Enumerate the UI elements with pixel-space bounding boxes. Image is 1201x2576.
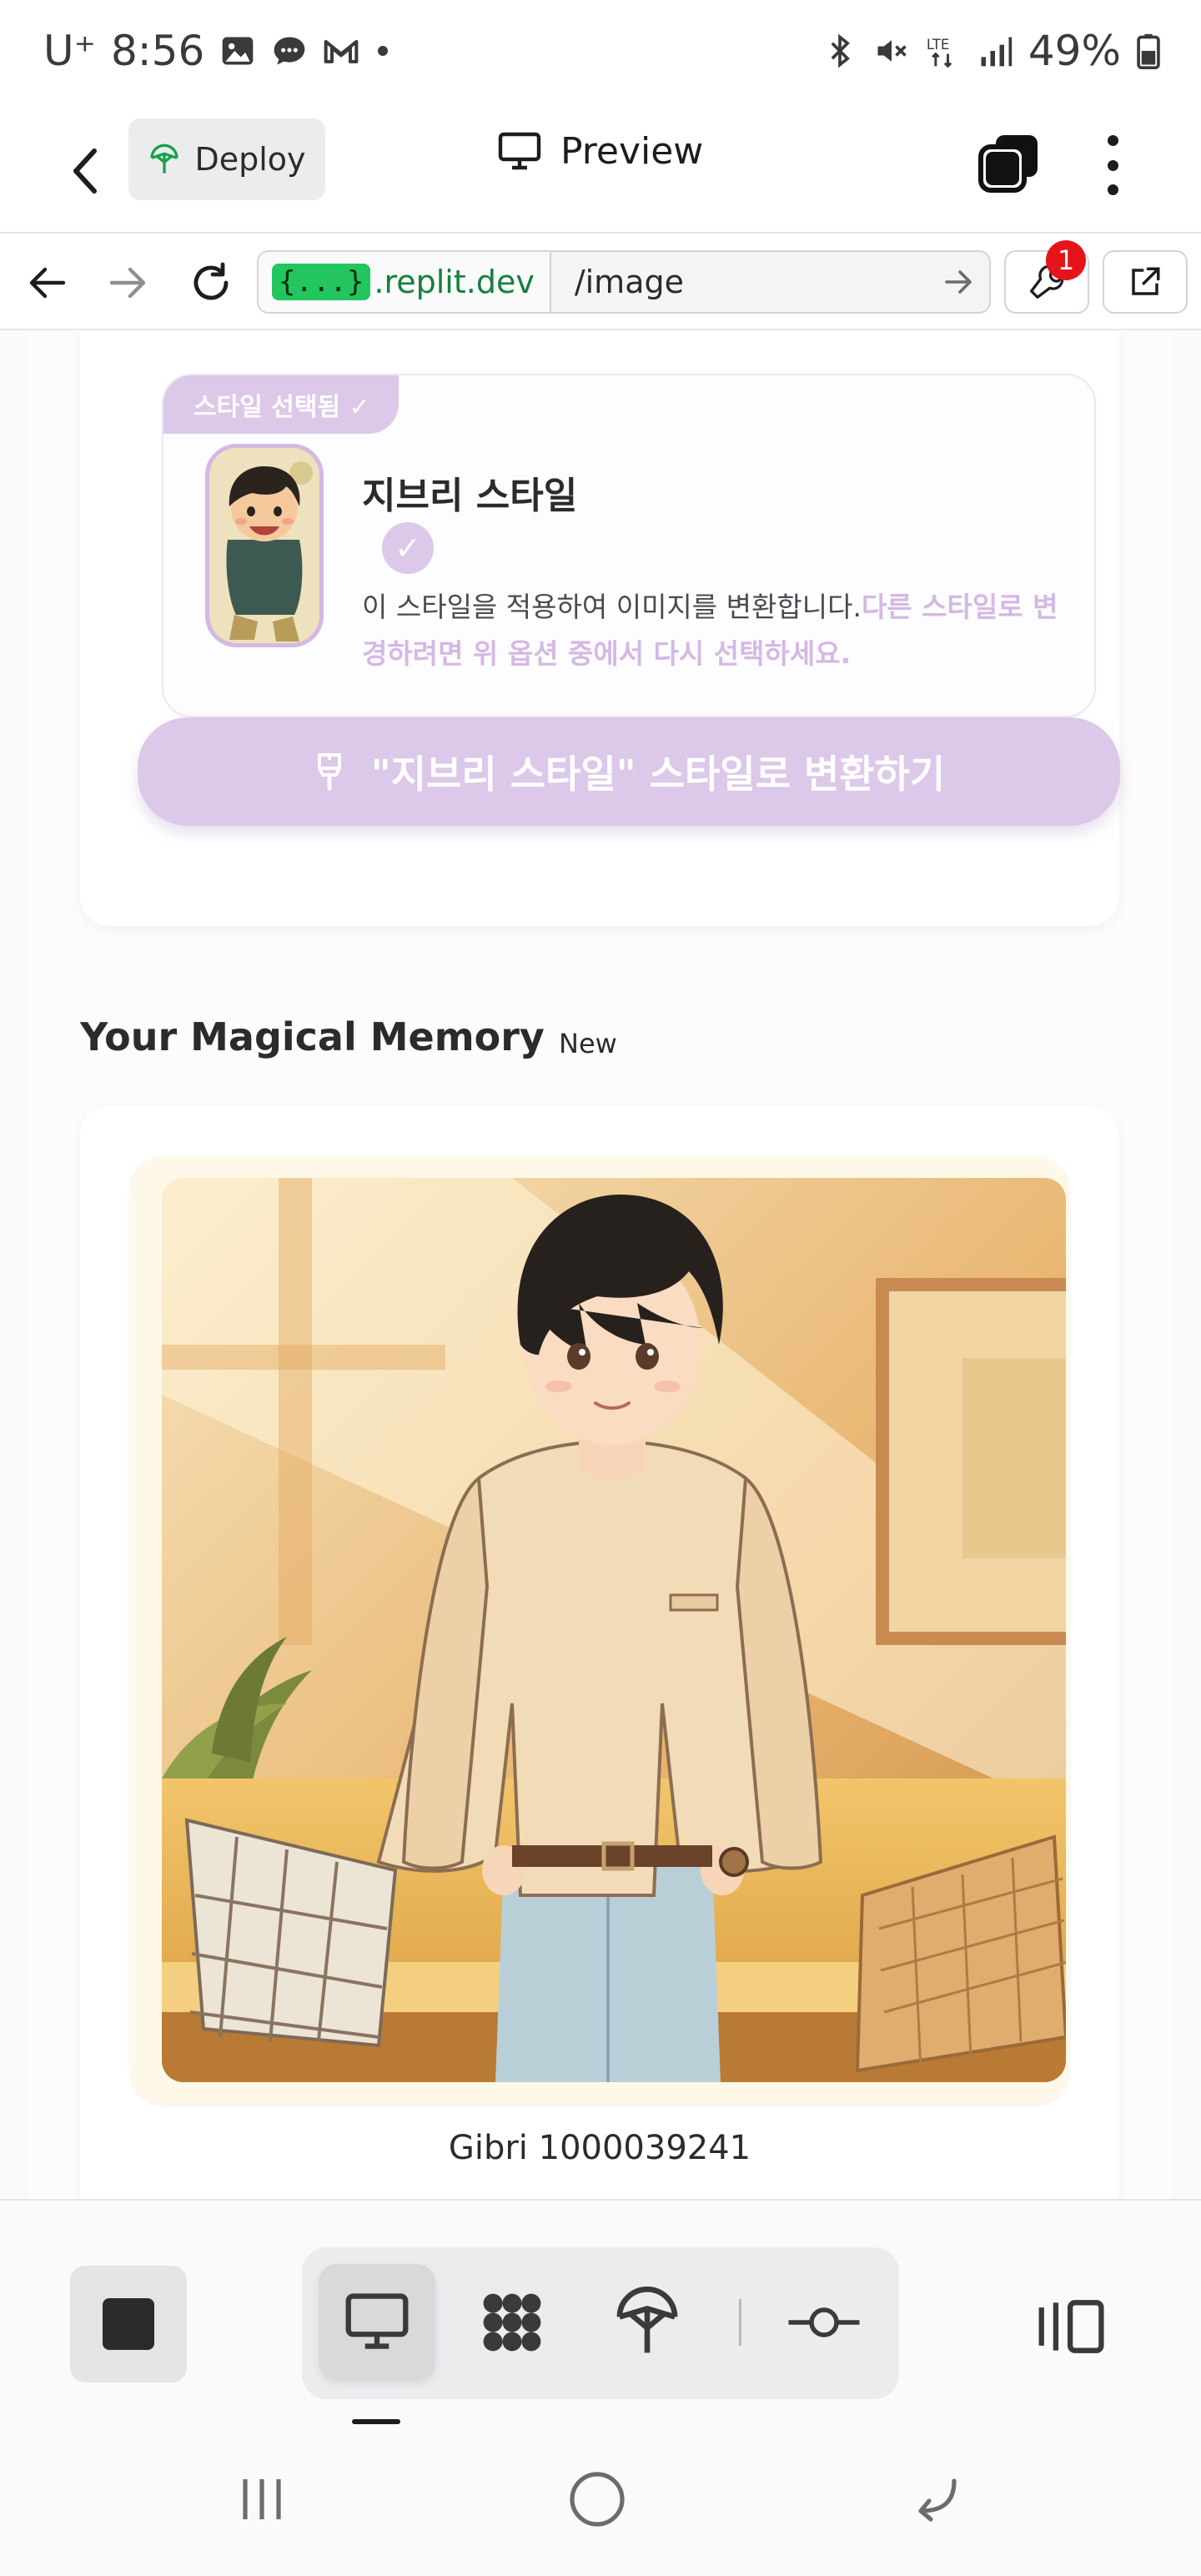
back-button[interactable] <box>57 133 115 209</box>
deploy-label: Deploy <box>194 141 306 178</box>
kebab-dot <box>1107 159 1118 171</box>
convert-button[interactable]: "지브리 스타일" 스타일로 변환하기 <box>138 717 1120 826</box>
url-path[interactable]: /image <box>551 264 939 300</box>
new-badge: New <box>559 1028 617 1059</box>
selected-style-box: 스타일 선택됨 ✓ 지브리 스타일 ✓ 이 스타일을 적용하여 이미지를 변환합… <box>162 374 1096 717</box>
style-description-text: 이 스타일을 적용하여 이미지를 변환합니다. <box>362 591 862 623</box>
recent-apps-icon <box>243 2479 281 2519</box>
tool-workspace[interactable] <box>454 2264 570 2381</box>
signal-icon <box>981 37 1013 67</box>
git-commit-icon <box>788 2307 860 2337</box>
chat-icon <box>274 37 305 65</box>
selected-check-icon: ✓ <box>382 522 434 574</box>
stop-icon <box>103 2298 154 2350</box>
stop-button[interactable] <box>70 2266 187 2382</box>
deploy-button[interactable]: Deploy <box>128 118 325 200</box>
status-bar: U⁺ 8:56 LTE 49% <box>0 0 1201 108</box>
style-selection-card: 스타일 선택됨 ✓ 지브리 스타일 ✓ 이 스타일을 적용하여 이미지를 변환합… <box>80 332 1120 926</box>
browser-forward-button[interactable] <box>102 257 153 309</box>
memory-image-frame <box>130 1156 1069 2104</box>
tool-deploy[interactable] <box>589 2264 706 2381</box>
home-icon <box>570 2472 625 2527</box>
external-link-icon <box>1132 267 1160 295</box>
deploy-icon <box>150 143 179 174</box>
tool-group <box>302 2247 899 2399</box>
split-view-icon <box>1038 2300 1104 2353</box>
carrier-label: U⁺ <box>43 27 96 75</box>
memory-heading: Your Magical Memory <box>80 1014 545 1059</box>
notification-badge: 1 <box>1046 240 1086 280</box>
go-button[interactable] <box>939 270 989 294</box>
preview-tab[interactable]: Preview <box>497 130 703 173</box>
ghibli-portrait-illustration <box>162 1178 1066 2082</box>
tool-preview[interactable] <box>319 2264 435 2381</box>
domain-suffix: .replit.dev <box>374 264 535 300</box>
style-title: 지브리 스타일 <box>362 475 578 517</box>
cluster-icon <box>483 2293 541 2352</box>
reload-icon <box>193 262 229 300</box>
generated-image[interactable] <box>162 1178 1066 2082</box>
battery-percentage: 49% <box>1028 27 1121 75</box>
tool-divider <box>739 2299 741 2346</box>
url-bar: {...} .replit.dev /image 1 <box>0 235 1201 330</box>
mute-icon <box>877 40 907 62</box>
dot-icon <box>378 46 389 56</box>
web-content: 스타일 선택됨 ✓ 지브리 스타일 ✓ 이 스타일을 적용하여 이미지를 변환합… <box>0 332 1201 2199</box>
style-description: 이 스타일을 적용하여 이미지를 변환합니다.다른 스타일로 변경하려면 위 옵… <box>362 584 1063 677</box>
convert-button-label: "지브리 스타일" 스타일로 변환하기 <box>370 752 946 797</box>
system-navigation <box>0 2431 1201 2576</box>
tool-commit[interactable] <box>766 2264 882 2381</box>
svg-text:LTE: LTE <box>927 37 949 53</box>
status-time: 8:56 <box>111 27 205 75</box>
bottom-toolbar <box>0 2199 1201 2431</box>
lte-icon: LTE <box>927 37 952 68</box>
status-left: U⁺ 8:56 <box>43 27 391 75</box>
chevron-left-icon <box>73 148 97 194</box>
go-arrow-icon <box>945 270 972 294</box>
active-tab-indicator <box>352 2419 400 2424</box>
gmail-icon <box>324 39 359 63</box>
reload-button[interactable] <box>185 257 237 309</box>
browser-back-button[interactable] <box>22 257 73 309</box>
memory-name: Gibri 1000039241 <box>448 2129 751 2167</box>
back-nav-icon <box>918 2478 957 2522</box>
arrow-right-icon <box>109 267 146 299</box>
page-column: 스타일 선택됨 ✓ 지브리 스타일 ✓ 이 스타일을 적용하여 이미지를 변환합… <box>28 332 1173 2199</box>
home-button[interactable] <box>555 2464 639 2534</box>
arrow-left-icon <box>29 267 66 299</box>
kebab-dot <box>1107 135 1118 146</box>
bluetooth-icon <box>831 33 850 68</box>
deploy-icon <box>616 2287 678 2353</box>
split-view-button[interactable] <box>1023 2281 1123 2372</box>
recent-apps-button[interactable] <box>220 2464 304 2534</box>
monitor-icon <box>498 132 541 169</box>
gallery-icon <box>222 37 254 65</box>
ghibli-boy-thumbnail <box>209 448 319 643</box>
more-options-button[interactable] <box>1093 130 1133 200</box>
back-nav-button[interactable] <box>892 2464 976 2534</box>
app-header: Deploy Preview <box>0 108 1201 234</box>
style-selected-tag: 스타일 선택됨 ✓ <box>163 375 399 434</box>
status-right: LTE 49% <box>822 27 1161 75</box>
brush-icon <box>317 753 341 791</box>
preview-label: Preview <box>560 130 704 173</box>
kebab-dot <box>1107 184 1118 195</box>
url-domain: {...} .replit.dev <box>259 252 551 312</box>
windows-button[interactable] <box>976 130 1043 197</box>
monitor-icon <box>345 2293 409 2349</box>
battery-icon <box>1137 33 1160 69</box>
style-thumbnail <box>205 444 324 647</box>
memory-card: Gibri 1000039241 <box>80 1106 1119 2199</box>
open-new-tab-button[interactable] <box>1103 250 1188 314</box>
url-field[interactable]: {...} .replit.dev /image <box>257 250 991 314</box>
domain-token: {...} <box>272 264 371 300</box>
stacked-windows-icon <box>978 135 1038 193</box>
